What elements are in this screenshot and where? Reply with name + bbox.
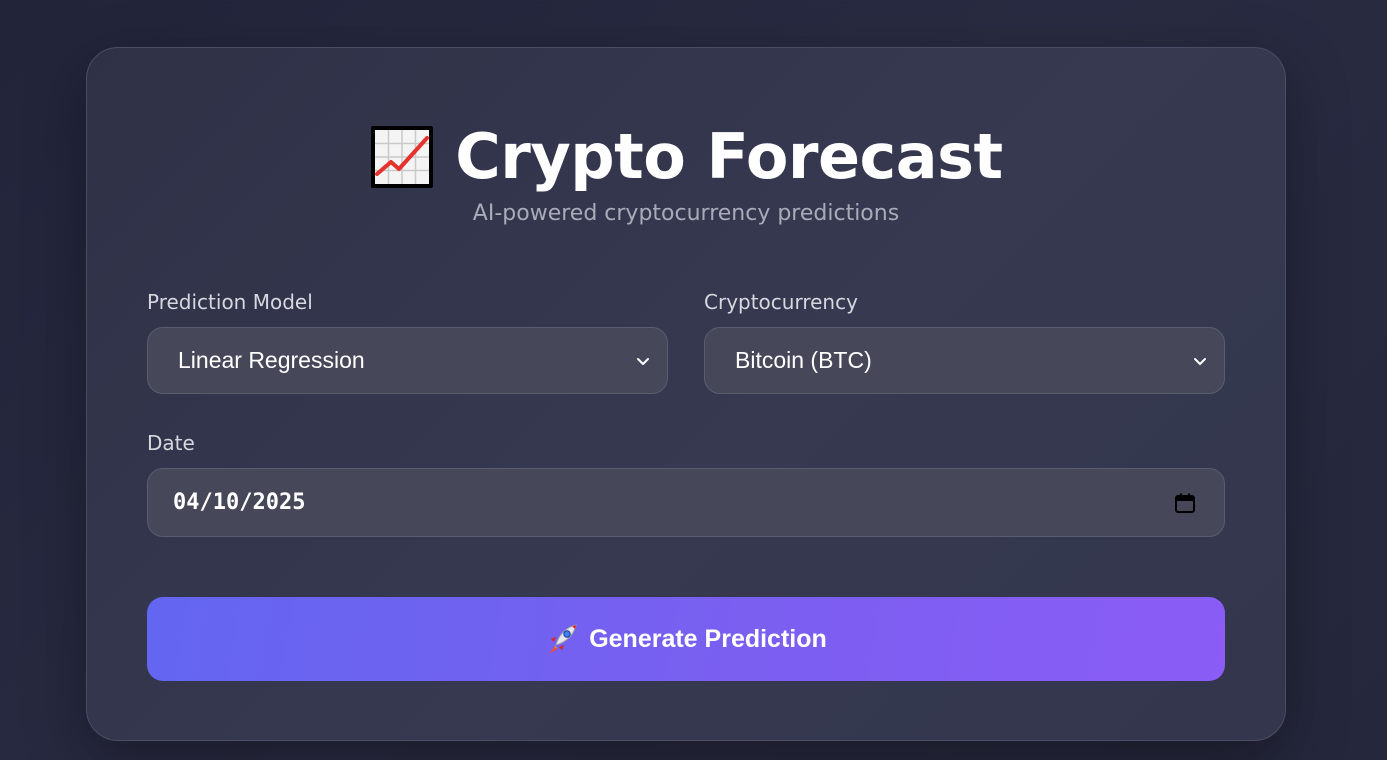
prediction-model-label: Prediction Model	[147, 290, 313, 314]
calendar-icon[interactable]	[1174, 492, 1196, 514]
forecast-card: Crypto Forecast AI-powered cryptocurrenc…	[86, 47, 1286, 741]
page-title: Crypto Forecast	[455, 120, 1003, 193]
header: Crypto Forecast	[87, 120, 1285, 193]
prediction-model-select[interactable]: Linear Regression	[147, 327, 668, 394]
chevron-down-icon	[637, 357, 649, 365]
prediction-model-value: Linear Regression	[178, 347, 365, 373]
page-subtitle: AI-powered cryptocurrency predictions	[472, 201, 900, 226]
cryptocurrency-label: Cryptocurrency	[704, 290, 858, 314]
rocket-icon	[549, 624, 577, 654]
generate-prediction-button[interactable]: Generate Prediction	[147, 597, 1225, 681]
chevron-down-icon	[1194, 357, 1206, 365]
cryptocurrency-value: Bitcoin (BTC)	[735, 347, 872, 373]
date-input[interactable]: 04/10/2025	[147, 468, 1225, 537]
chart-increasing-icon	[371, 125, 434, 188]
date-label: Date	[147, 431, 195, 455]
cryptocurrency-select[interactable]: Bitcoin (BTC)	[704, 327, 1225, 394]
generate-prediction-label: Generate Prediction	[589, 624, 827, 653]
date-value: 04/10/2025	[173, 490, 306, 515]
